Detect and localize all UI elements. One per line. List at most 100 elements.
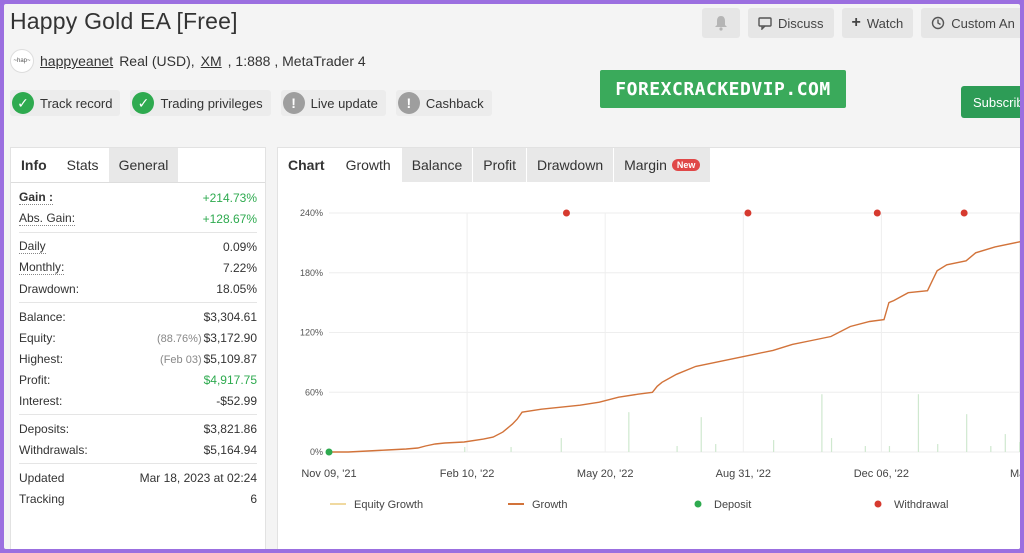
withdrawal-marker xyxy=(960,209,968,217)
y-tick-label: 0% xyxy=(310,447,323,457)
stat-monthly: Monthly: 7.22% xyxy=(19,260,257,275)
subscribe-button[interactable]: Subscrib xyxy=(961,86,1020,118)
activity-bar xyxy=(464,447,466,452)
custom-analysis-label: Custom An xyxy=(951,15,1015,31)
deposit-marker xyxy=(325,448,333,456)
withdrawal-marker xyxy=(744,209,752,217)
activity-bar xyxy=(676,446,678,452)
tab-balance[interactable]: Balance xyxy=(401,148,474,182)
stat-balance: Balance: $3,304.61 xyxy=(19,309,257,324)
tab-general[interactable]: General xyxy=(108,148,179,182)
badge-label: Live update xyxy=(310,95,378,111)
badge-label: Track record xyxy=(40,95,113,111)
activity-bar xyxy=(773,440,775,452)
activity-bar xyxy=(700,417,702,452)
y-tick-label: 120% xyxy=(300,328,323,338)
page-frame: Happy Gold EA [Free] ~hap~ happyeanet Re… xyxy=(4,4,1020,549)
stats-list: Gain : +214.73% Abs. Gain: +128.67% Dail… xyxy=(11,183,265,509)
stat-highest: Highest: (Feb 03) $5,109.87 xyxy=(19,351,257,366)
y-tick-label: 180% xyxy=(300,268,323,278)
clock-icon xyxy=(932,16,945,30)
check-icon: ✓ xyxy=(12,92,34,114)
activity-bar xyxy=(821,394,823,452)
speech-bubble-icon xyxy=(758,16,772,30)
activity-bar xyxy=(966,414,968,452)
check-icon: ✓ xyxy=(132,92,155,114)
plus-icon: + xyxy=(851,14,861,31)
badge-label: Trading privileges xyxy=(160,95,263,111)
tab-profit[interactable]: Profit xyxy=(473,148,527,182)
account-type: Real (USD), xyxy=(119,53,195,69)
stat-drawdown: Drawdown: 18.05% xyxy=(19,281,257,296)
x-tick-label: Dec 06, '22 xyxy=(854,468,909,480)
activity-bar xyxy=(715,444,717,452)
leverage-platform: , 1:888 , MetaTrader 4 xyxy=(227,53,366,69)
custom-analysis-button[interactable]: Custom An xyxy=(921,8,1020,38)
chart-tabs: Chart Growth Balance Profit Drawdown Mar… xyxy=(278,148,1020,182)
discuss-button[interactable]: Discuss xyxy=(748,8,834,38)
activity-bar xyxy=(510,447,512,452)
legend-label: Withdrawal xyxy=(894,499,948,511)
chart-panel: Chart Growth Balance Profit Drawdown Mar… xyxy=(277,147,1020,549)
activity-bar xyxy=(888,446,891,452)
stat-gain: Gain : +214.73% xyxy=(19,190,257,205)
tab-drawdown[interactable]: Drawdown xyxy=(526,148,615,182)
activity-bar xyxy=(560,438,562,452)
verification-badges: ✓ Track record ✓ Trading privileges ! Li… xyxy=(10,90,492,116)
y-tick-label: 60% xyxy=(305,387,323,397)
x-tick-label: Nov 09, '21 xyxy=(301,468,356,480)
legend-label: Equity Growth xyxy=(354,499,423,511)
activity-bar xyxy=(628,412,630,452)
activity-bar xyxy=(864,446,866,452)
stat-withdrawals: Withdrawals: $5,164.94 xyxy=(19,442,257,457)
stat-abs-gain: Abs. Gain: +128.67% xyxy=(19,211,257,226)
stat-tracking: Tracking 6 xyxy=(19,491,257,506)
legend-label: Growth xyxy=(532,499,567,511)
badge-trading-privileges[interactable]: ✓ Trading privileges xyxy=(130,90,271,116)
account-meta: ~hap~ happyeanet Real (USD), XM , 1:888 … xyxy=(10,49,366,73)
tab-margin[interactable]: Margin New xyxy=(614,148,712,182)
stats-tabs: Info Stats General xyxy=(11,148,265,183)
activity-bar xyxy=(937,444,939,452)
discuss-label: Discuss xyxy=(778,15,824,31)
stats-panel: Info Stats General Gain : +214.73% Abs. … xyxy=(10,147,266,549)
new-badge: New xyxy=(671,159,701,171)
watch-button[interactable]: + Watch xyxy=(841,8,914,38)
withdrawal-marker xyxy=(562,209,570,217)
x-tick-label: Mar xyxy=(1010,468,1020,480)
stat-daily: Daily 0.09% xyxy=(19,239,257,254)
tab-stats[interactable]: Stats xyxy=(56,148,109,182)
stat-equity: Equity: (88.76%) $3,172.90 xyxy=(19,330,257,345)
top-actions: Discuss + Watch Custom An xyxy=(702,8,1020,38)
activity-bar xyxy=(1019,442,1020,452)
stat-profit: Profit: $4,917.75 xyxy=(19,372,257,387)
broker-link[interactable]: XM xyxy=(201,53,222,69)
page-title: Happy Gold EA [Free] xyxy=(10,8,238,34)
activity-bar xyxy=(917,394,920,452)
legend-label: Deposit xyxy=(714,499,751,511)
badge-cashback[interactable]: ! Cashback xyxy=(395,90,492,116)
tab-growth[interactable]: Growth xyxy=(335,148,402,182)
growth-chart[interactable]: 0% 60% 120% 180% 240% Nov 09, '21 Feb 10, '22 M… xyxy=(278,182,1020,548)
legend-swatch xyxy=(874,500,882,508)
badge-track-record[interactable]: ✓ Track record xyxy=(10,90,121,116)
exclamation-icon: ! xyxy=(282,92,305,114)
avatar[interactable]: ~hap~ xyxy=(10,49,34,73)
badge-label: Cashback xyxy=(425,95,484,111)
activity-bar xyxy=(1004,434,1006,452)
bell-icon xyxy=(715,16,727,31)
x-tick-label: Feb 10, '22 xyxy=(440,468,495,480)
stat-updated: Updated Mar 18, 2023 at 02:24 xyxy=(19,470,257,485)
badge-live-update[interactable]: ! Live update xyxy=(280,90,386,116)
legend-swatch xyxy=(694,500,702,508)
username-link[interactable]: happyeanet xyxy=(40,53,113,69)
tab-chart[interactable]: Chart xyxy=(278,148,336,182)
stat-deposits: Deposits: $3,821.86 xyxy=(19,421,257,436)
activity-bar xyxy=(830,438,833,452)
watermark-banner: FOREXCRACKEDVIP.COM xyxy=(600,70,846,108)
notify-button[interactable] xyxy=(702,8,740,38)
y-tick-label: 240% xyxy=(300,208,323,218)
exclamation-icon: ! xyxy=(397,92,420,114)
tab-info[interactable]: Info xyxy=(11,148,57,182)
watch-label: Watch xyxy=(866,15,904,31)
